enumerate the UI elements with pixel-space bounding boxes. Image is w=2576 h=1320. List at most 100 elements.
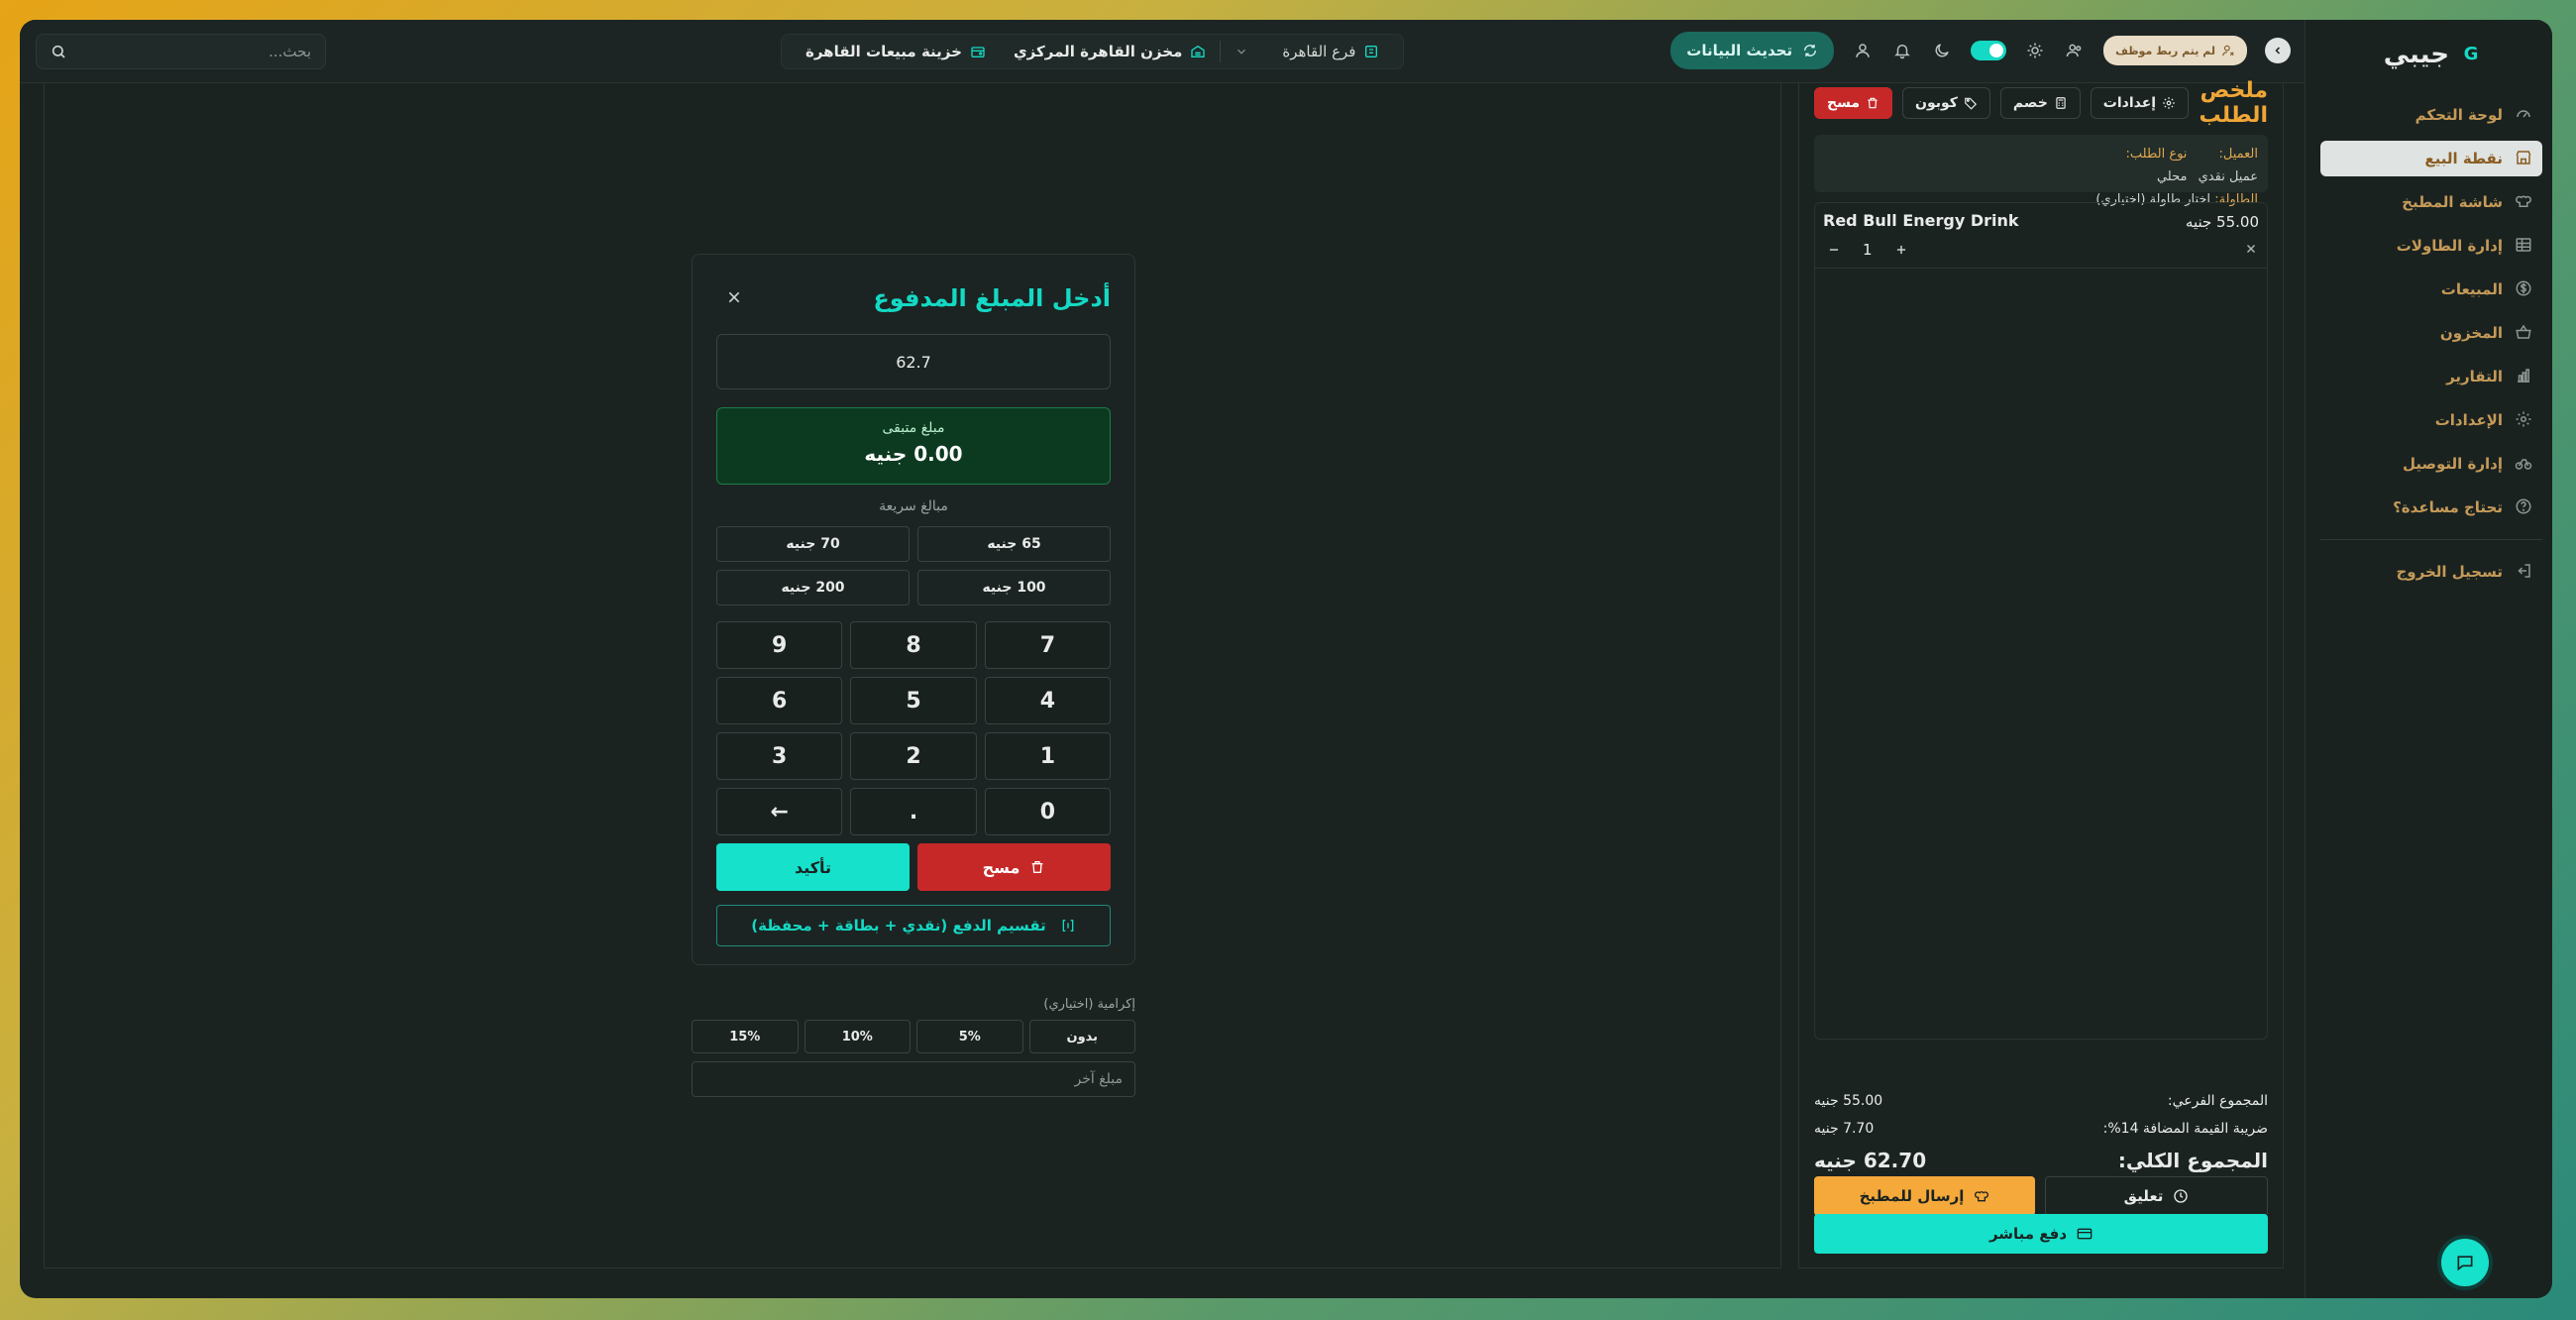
split-label: تقسيم الدفع (نقدي + بطاقة + محفظة): [751, 917, 1046, 935]
clear-order-button[interactable]: مسح: [1814, 87, 1893, 119]
sidebar-item-reports[interactable]: التقارير: [2320, 359, 2542, 394]
tip-none-button[interactable]: بدون: [1028, 1020, 1135, 1053]
sidebar-item-tables[interactable]: إدارة الطاولات: [2320, 228, 2542, 264]
tip-15-button[interactable]: 15%: [692, 1020, 799, 1053]
send-kitchen-label: إرسال للمطبخ: [1859, 1187, 1965, 1205]
collapse-sidebar-button[interactable]: [2265, 38, 2291, 63]
paid-amount-input[interactable]: 62.7: [716, 334, 1111, 389]
toolbar: لم يتم ربط موظف تحديث البيانات: [1670, 32, 2291, 69]
theme-toggle[interactable]: [1971, 41, 2007, 60]
vat-label: ضريبة القيمة المضافة 14%:: [2102, 1121, 2268, 1137]
moon-icon[interactable]: [1931, 40, 1953, 61]
key-1[interactable]: 1: [984, 732, 1111, 780]
employee-badge[interactable]: لم يتم ربط موظف: [2103, 36, 2247, 65]
key-3[interactable]: 3: [716, 732, 843, 780]
tip-5-button[interactable]: 5%: [916, 1020, 1023, 1053]
sidebar-item-logout[interactable]: تسجيل الخروج: [2320, 554, 2542, 590]
branch-selector[interactable]: فرع القاهرة: [1221, 43, 1393, 60]
refresh-data-button[interactable]: تحديث البيانات: [1670, 32, 1835, 69]
send-to-kitchen-button[interactable]: إرسال للمطبخ: [1814, 1176, 2035, 1216]
sidebar-item-label: إدارة الطاولات: [2396, 237, 2503, 255]
customer-field[interactable]: العميل: عميل نقدي: [2187, 143, 2258, 188]
sidebar-item-sales[interactable]: المبيعات: [2320, 272, 2542, 307]
remove-item-icon[interactable]: [2245, 239, 2257, 260]
order-type-value: محلي: [2156, 169, 2188, 184]
key-5[interactable]: 5: [850, 677, 977, 724]
bell-icon[interactable]: [1891, 40, 1913, 61]
gauge-icon: [2513, 105, 2532, 125]
search-box[interactable]: [36, 34, 326, 69]
warehouse-indicator: مخزن القاهرة المركزي: [1000, 43, 1220, 60]
clear-amount-button[interactable]: مسح: [917, 843, 1111, 891]
direct-pay-button[interactable]: دفع مباشر: [1814, 1214, 2268, 1254]
order-actions: تعليق إرسال للمطبخ: [1814, 1176, 2268, 1216]
refresh-label: تحديث البيانات: [1686, 42, 1793, 59]
quick-amount-button[interactable]: 70 جنيه: [716, 526, 910, 562]
users-icon[interactable]: [2064, 40, 2086, 61]
customer-value: عميل نقدي: [2198, 169, 2258, 184]
sidebar-item-delivery[interactable]: إدارة التوصيل: [2320, 446, 2542, 482]
sidebar-item-pos[interactable]: نقطة البيع: [2320, 141, 2542, 176]
tip-other-amount-input[interactable]: مبلغ آخر: [692, 1061, 1135, 1097]
clear-label: مسح: [982, 857, 1020, 877]
hold-order-button[interactable]: تعليق: [2045, 1176, 2268, 1216]
chef-hat-icon: [1974, 1188, 1989, 1204]
key-decimal[interactable]: .: [850, 788, 977, 835]
close-icon[interactable]: [726, 286, 742, 310]
key-0[interactable]: 0: [984, 788, 1111, 835]
gear-icon: [2162, 96, 2176, 110]
sun-icon[interactable]: [2024, 40, 2046, 61]
sidebar-item-label: لوحة التحكم: [2415, 106, 2503, 124]
key-2[interactable]: 2: [850, 732, 977, 780]
modal-actions: مسح تأكيد: [716, 843, 1111, 891]
discount-button[interactable]: خصم: [1999, 87, 2081, 119]
tag-icon: [1964, 96, 1978, 110]
increase-quantity-button[interactable]: [1890, 239, 1912, 261]
sidebar-item-dashboard[interactable]: لوحة التحكم: [2320, 97, 2542, 133]
quick-amount-button[interactable]: 100 جنيه: [917, 570, 1111, 605]
sidebar-item-label: إدارة التوصيل: [2402, 455, 2503, 473]
chat-icon: [2455, 1253, 2475, 1272]
change-box: مبلغ متبقى 0.00 جنيه: [716, 407, 1111, 485]
order-settings-button[interactable]: إعدادات: [2090, 87, 2190, 119]
backspace-key[interactable]: ←: [716, 788, 843, 835]
sidebar-item-kitchen[interactable]: شاشة المطبخ: [2320, 184, 2542, 220]
sidebar-item-label: تسجيل الخروج: [2396, 563, 2504, 581]
clear-order-label: مسح: [1827, 95, 1861, 111]
key-7[interactable]: 7: [984, 621, 1111, 669]
sidebar-item-settings[interactable]: الإعدادات: [2320, 402, 2542, 438]
tip-options: بدون 5% 10% 15%: [692, 1020, 1135, 1053]
split-payment-button[interactable]: تقسيم الدفع (نقدي + بطاقة + محفظة): [716, 905, 1111, 946]
order-item: 55.00 جنيه Red Bull Energy Drink 1: [1815, 203, 2267, 269]
key-4[interactable]: 4: [984, 677, 1111, 724]
order-totals: المجموع الفرعي: 55.00 جنيه ضريبة القيمة …: [1814, 1087, 2268, 1178]
direct-pay-label: دفع مباشر: [1988, 1225, 2068, 1243]
vat-row: ضريبة القيمة المضافة 14%: 7.70 جنيه: [1814, 1115, 2268, 1143]
context-bar: فرع القاهرة مخزن القاهرة المركزي خزينة م…: [781, 34, 1405, 69]
quick-amounts: 65 جنيه 70 جنيه 100 جنيه 200 جنيه: [716, 526, 1111, 605]
customer-info: العميل: عميل نقدي نوع الطلب: محلي الطاول…: [1814, 135, 2268, 207]
decrease-quantity-button[interactable]: [1823, 239, 1845, 261]
key-6[interactable]: 6: [716, 677, 843, 724]
confirm-payment-button[interactable]: تأكيد: [716, 843, 910, 891]
cash-register-icon: [970, 44, 986, 59]
quick-amount-button[interactable]: 200 جنيه: [716, 570, 910, 605]
store-icon: [2513, 149, 2532, 168]
customer-row: العميل: عميل نقدي نوع الطلب: محلي: [1824, 143, 2258, 188]
search-input[interactable]: [73, 43, 311, 60]
sidebar-item-help[interactable]: تحتاج مساعدة؟: [2320, 490, 2542, 525]
chat-button[interactable]: [2437, 1235, 2493, 1290]
coupon-button[interactable]: كوبون: [1902, 87, 1990, 119]
modal-title: أدخل المبلغ المدفوع: [873, 284, 1111, 312]
order-header: ملخص الطلب إعدادات خصم كوبون مسح: [1814, 78, 2268, 128]
order-type-field[interactable]: نوع الطلب: محلي: [2121, 143, 2188, 188]
basket-icon: [2513, 323, 2532, 343]
discount-label: خصم: [2012, 95, 2048, 111]
payment-modal: أدخل المبلغ المدفوع 62.7 مبلغ متبقى 0.00…: [692, 254, 1135, 965]
quick-amount-button[interactable]: 65 جنيه: [917, 526, 1111, 562]
user-icon[interactable]: [1852, 40, 1874, 61]
key-8[interactable]: 8: [850, 621, 977, 669]
tip-10-button[interactable]: 10%: [804, 1020, 911, 1053]
sidebar-item-inventory[interactable]: المخزون: [2320, 315, 2542, 351]
key-9[interactable]: 9: [716, 621, 843, 669]
